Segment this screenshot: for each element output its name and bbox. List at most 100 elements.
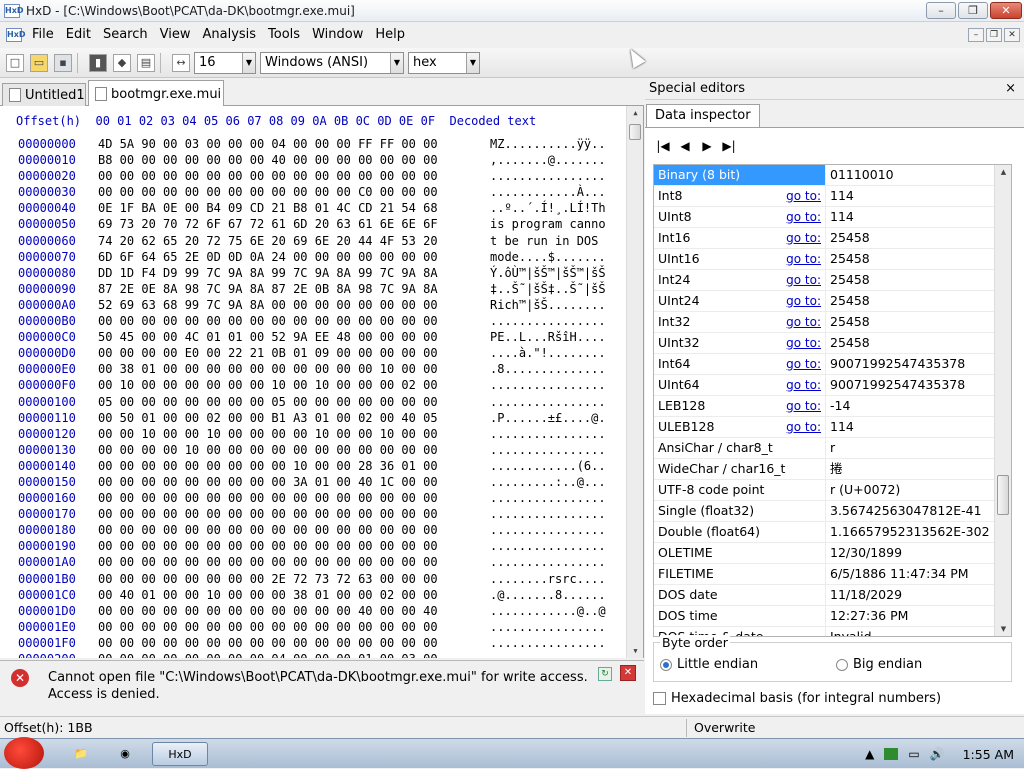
row-decoded-text[interactable]: ................ [490, 538, 606, 554]
row-decoded-text[interactable]: ............À... [490, 184, 606, 200]
hex-row[interactable]: 000000B0 00 00 00 00 00 00 00 00 00 00 00… [18, 313, 606, 329]
inspector-value[interactable]: 12/30/1899 [826, 543, 1011, 563]
hex-row[interactable]: 000000D0 00 00 00 00 E0 00 22 21 0B 01 09… [18, 345, 606, 361]
taskbar-hxd[interactable]: HxD [152, 742, 208, 766]
inspector-row[interactable]: Int16 go to: 25458 [654, 228, 1011, 249]
inspector-value[interactable]: 90071992547435378 [826, 375, 1011, 395]
hex-row[interactable]: 00000080 DD 1D F4 D9 99 7C 9A 8A 99 7C 9A… [18, 265, 606, 281]
network-icon[interactable] [884, 748, 899, 760]
hex-editor[interactable]: Offset(h) 00 01 02 03 04 05 06 07 08 09 … [0, 106, 644, 658]
hex-row[interactable]: 00000100 05 00 00 00 00 00 00 00 05 00 00… [18, 394, 606, 410]
volume-icon[interactable]: 🔊 [930, 747, 945, 761]
hex-row[interactable]: 000001E0 00 00 00 00 00 00 00 00 00 00 00… [18, 619, 606, 635]
inspector-row[interactable]: Binary (8 bit) 01110010 [654, 165, 1011, 186]
open-disk-icon[interactable]: ▮ [89, 53, 107, 72]
row-decoded-text[interactable]: ................ [490, 522, 606, 538]
hex-row[interactable]: 0000020000 00 00 00 00 00 00 00 04 00 00… [18, 651, 606, 658]
hex-row[interactable]: 000000A0 52 69 63 68 99 7C 9A 8A 00 00 00… [18, 297, 606, 313]
previous-icon[interactable]: ◀ [677, 138, 693, 154]
hxd-app-icon[interactable]: HxD [4, 3, 24, 18]
row-decoded-text[interactable]: ‡..Š˜|šŠ‡..Š˜|šŠ [490, 281, 606, 297]
hex-row[interactable]: 00000050 69 73 20 70 72 6F 67 72 61 6D 20… [18, 216, 606, 232]
first-icon[interactable]: |◀ [655, 138, 671, 154]
radio-selected-icon[interactable] [660, 658, 672, 671]
hex-row[interactable]: 00000060 74 20 62 65 20 72 75 6E 20 69 6E… [18, 233, 606, 249]
inspector-row[interactable]: UInt32 go to: 25458 [654, 333, 1011, 354]
hex-row[interactable]: 00000000 4D 5A 90 00 03 00 00 00 04 00 00… [18, 136, 606, 152]
row-bytes[interactable]: 4D 5A 90 00 03 00 00 00 04 00 00 00 FF F… [98, 136, 490, 152]
scroll-up-icon[interactable]: ▲ [995, 165, 1011, 179]
retry-icon[interactable]: ↻ [598, 667, 612, 681]
menu-search[interactable]: Search [97, 24, 154, 46]
hex-row[interactable]: 000000E0 00 38 01 00 00 00 00 00 00 00 00… [18, 361, 606, 377]
monitor-icon[interactable]: ▭ [908, 747, 919, 761]
hex-row[interactable]: 00000180 00 00 00 00 00 00 00 00 00 00 00… [18, 522, 606, 538]
row-bytes[interactable]: 00 00 00 00 00 00 00 00 00 00 00 00 C0 0… [98, 184, 490, 200]
row-decoded-text[interactable]: ................ [490, 426, 606, 442]
inspector-value[interactable]: 25458 [826, 312, 1011, 332]
hex-row[interactable]: 00000140 00 00 00 00 00 00 00 00 00 10 00… [18, 458, 606, 474]
go-to-link[interactable]: go to: [786, 312, 821, 332]
hex-row[interactable]: 00000120 00 00 10 00 00 10 00 00 00 00 10… [18, 426, 606, 442]
document-icon[interactable]: HxD [6, 28, 26, 42]
row-bytes[interactable]: B8 00 00 00 00 00 00 00 40 00 00 00 00 0… [98, 152, 490, 168]
offset-base-select[interactable]: hex ▼ [408, 51, 480, 74]
hex-row[interactable]: 00000090 87 2E 0E 8A 98 7C 9A 8A 87 2E 0B… [18, 281, 606, 297]
inspector-value[interactable]: 25458 [826, 270, 1011, 290]
hex-row[interactable]: 00000020 00 00 00 00 00 00 00 00 00 00 00… [18, 168, 606, 184]
row-decoded-text[interactable]: ................ [490, 168, 606, 184]
chevron-down-icon[interactable]: ▼ [242, 52, 255, 73]
menu-help[interactable]: Help [369, 24, 411, 46]
row-decoded-text[interactable]: PE..L...RšîH.... [490, 329, 606, 345]
inspector-value[interactable]: 1.16657952313562E-302 [826, 522, 1011, 542]
next-icon[interactable]: ▶ [699, 138, 715, 154]
row-bytes[interactable]: 00 00 00 00 00 00 00 00 00 00 00 00 00 0… [98, 619, 490, 635]
charset-select[interactable]: Windows (ANSI) ▼ [260, 51, 404, 74]
start-button-icon[interactable] [4, 737, 44, 769]
hex-row[interactable]: 00000010 B8 00 00 00 00 00 00 00 40 00 00… [18, 152, 606, 168]
inspector-value[interactable]: 12:27:36 PM [826, 606, 1011, 626]
row-decoded-text[interactable]: ............(6.. [490, 458, 606, 474]
scrollbar-thumb[interactable] [629, 124, 641, 140]
row-decoded-text[interactable]: ..º..´.Í!¸.LÍ!Th [490, 200, 606, 216]
hex-row[interactable]: 000000F0 00 10 00 00 00 00 00 00 10 00 10… [18, 377, 606, 393]
hex-row[interactable]: 00000160 00 00 00 00 00 00 00 00 00 00 00… [18, 490, 606, 506]
row-decoded-text[interactable]: ................ [490, 313, 606, 329]
inspector-row[interactable]: ULEB128 go to: 114 [654, 417, 1011, 438]
menu-window[interactable]: Window [306, 24, 369, 46]
inspector-row[interactable]: DOS date 11/18/2029 [654, 585, 1011, 606]
row-bytes[interactable]: 00 00 00 00 00 00 00 00 04 00 00 00 01 0… [98, 651, 490, 658]
row-decoded-text[interactable]: ................ [490, 490, 606, 506]
inspector-value[interactable]: 25458 [826, 291, 1011, 311]
row-decoded-text[interactable]: .P......±£....@. [490, 410, 606, 426]
row-bytes[interactable]: 00 00 00 00 00 00 00 00 00 00 00 00 00 0… [98, 490, 490, 506]
row-decoded-text[interactable]: ................ [490, 506, 606, 522]
inspector-row[interactable]: DOS time 12:27:36 PM [654, 606, 1011, 627]
row-bytes[interactable]: 00 00 00 00 E0 00 22 21 0B 01 09 00 00 0… [98, 345, 490, 361]
row-decoded-text[interactable]: .@.......8...... [490, 587, 606, 603]
row-bytes[interactable]: 00 00 00 00 00 00 00 00 00 00 00 00 00 0… [98, 168, 490, 184]
row-bytes[interactable]: 00 00 00 00 00 00 00 00 00 00 00 00 40 0… [98, 603, 490, 619]
row-decoded-text[interactable]: ................ [490, 554, 606, 570]
hex-row[interactable]: 00000130 00 00 00 00 10 00 00 00 00 00 00… [18, 442, 606, 458]
row-bytes[interactable]: 00 00 00 00 00 00 00 00 00 3A 01 00 40 1… [98, 474, 490, 490]
row-bytes[interactable]: 69 73 20 70 72 6F 67 72 61 6D 20 63 61 6… [98, 216, 490, 232]
inspector-row[interactable]: FILETIME 6/5/1886 11:47:34 PM [654, 564, 1011, 585]
row-bytes[interactable]: 00 40 01 00 00 10 00 00 00 38 01 00 00 0… [98, 587, 490, 603]
row-decoded-text[interactable]: .........:..@... [490, 474, 606, 490]
row-decoded-text[interactable]: ................ [490, 394, 606, 410]
hex-row[interactable]: 000001B0 00 00 00 00 00 00 00 00 2E 72 73… [18, 571, 606, 587]
checkbox-icon[interactable] [653, 692, 666, 705]
inspector-value[interactable]: 25458 [826, 333, 1011, 353]
explorer-icon[interactable]: 📁 [64, 742, 98, 766]
inspector-value[interactable]: r (U+0072) [826, 480, 1011, 500]
row-decoded-text[interactable]: is program canno [490, 216, 606, 232]
inspector-value[interactable]: Invalid [826, 627, 1011, 636]
inspector-row[interactable]: AnsiChar / char8_t r [654, 438, 1011, 459]
hex-row[interactable]: 00000150 00 00 00 00 00 00 00 00 00 3A 01… [18, 474, 606, 490]
menu-file[interactable]: File [26, 24, 60, 46]
inspector-row[interactable]: UInt24 go to: 25458 [654, 291, 1011, 312]
go-to-link[interactable]: go to: [786, 354, 821, 374]
inspector-scrollbar[interactable]: ▲ ▼ [994, 165, 1011, 636]
hex-row[interactable]: 00000190 00 00 00 00 00 00 00 00 00 00 00… [18, 538, 606, 554]
